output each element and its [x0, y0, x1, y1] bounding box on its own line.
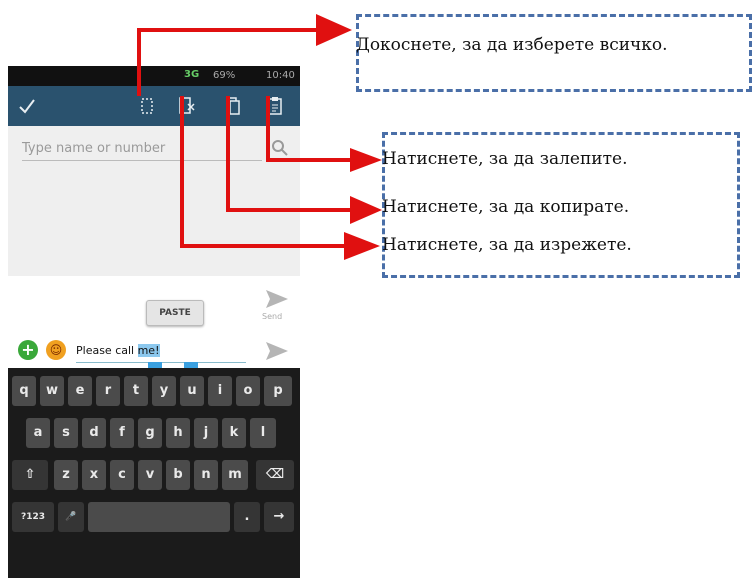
- copy-callout-text: Натиснете, за да копирате.: [382, 197, 630, 217]
- select-all-arrow-line: [137, 28, 318, 96]
- select-all-callout-text: Докоснете, за да изберете всичко.: [356, 35, 668, 55]
- paste-arrow-line: [266, 96, 352, 162]
- cut-callout-text: Натиснете, за да изрежете.: [382, 235, 632, 255]
- paste-arrowhead: [350, 148, 382, 172]
- copy-arrowhead: [350, 196, 382, 224]
- select-all-arrowhead: [316, 14, 352, 46]
- cut-arrowhead: [344, 232, 380, 260]
- cut-arrow-line: [180, 96, 346, 248]
- copy-arrow-line: [226, 96, 352, 212]
- paste-callout-text: Натиснете, за да залепите.: [382, 149, 628, 169]
